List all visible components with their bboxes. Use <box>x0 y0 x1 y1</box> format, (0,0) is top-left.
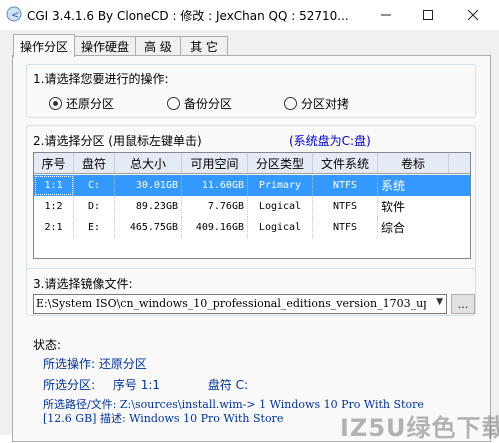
cell-type: Logical <box>248 196 313 217</box>
tab-partition-ops[interactable]: 操作分区 <box>13 34 75 57</box>
radio-restore-label: 还原分区 <box>66 97 115 111</box>
radio-restore-circle <box>49 97 62 110</box>
system-drive-note: (系统盘为C:盘) <box>289 134 371 148</box>
window-title: CGI 3.4.1.6 By CloneCD : 修改 : JexChan QQ… <box>27 9 349 23</box>
radio-backup-label: 备份分区 <box>184 97 233 111</box>
radio-clone-label: 分区对拷 <box>301 97 350 111</box>
image-file-combo[interactable]: E:\System ISO\cn_windows_10_professional… <box>33 294 447 314</box>
status-operation: 所选操作: 还原分区 <box>43 357 147 371</box>
cell-drive: D: <box>74 196 115 217</box>
radio-clone-circle <box>284 97 297 110</box>
col-type[interactable]: 分区类型 <box>248 153 313 173</box>
cell-fs: NTFS <box>313 217 378 238</box>
main-window-body: 操作分区 操作硬盘 高 级 其 它 1.请选择您要进行的操作: 还原分区 备份分… <box>0 30 499 442</box>
tab-other[interactable]: 其 它 <box>180 36 228 56</box>
status-partition-no: 序号 1:1 <box>112 378 161 392</box>
cell-id: 2:1 <box>34 217 74 238</box>
col-drive[interactable]: 盘符 <box>74 153 115 173</box>
cell-label: 软件 <box>381 200 406 214</box>
chevron-down-icon[interactable]: ▼ <box>436 297 443 307</box>
image-file-title: 3.请选择镜像文件: <box>33 277 133 291</box>
status-title: 状态: <box>33 338 62 352</box>
cell-label: 综合 <box>381 221 406 235</box>
cell-id: 1:1 <box>34 175 74 196</box>
cell-fs: NTFS <box>313 175 378 196</box>
radio-backup-circle <box>167 97 180 110</box>
cell-free: 11.60GB <box>182 175 248 196</box>
partition-list[interactable]: 序号 盘符 总大小 可用空间 分区类型 文件系统 卷标 1:1 C: 30.01… <box>33 152 471 259</box>
status-partition: 所选分区: 序号 1:1 盘符 C: <box>43 376 248 393</box>
close-button[interactable] <box>453 0 493 30</box>
col-free[interactable]: 可用空间 <box>182 153 248 173</box>
partition-row[interactable]: 1:2 D: 89.23GB 7.76GB Logical NTFS 软件 <box>34 196 470 217</box>
status-description: [12.6 GB] 描述: Windows 10 Pro With Store <box>43 412 284 425</box>
cell-label: 系统 <box>381 179 406 193</box>
partition-title: 2.请选择分区 (用鼠标左键单击) <box>33 134 202 148</box>
radio-backup[interactable]: 备份分区 <box>167 95 232 112</box>
status-partition-drive: 盘符 C: <box>207 378 249 392</box>
cell-id: 1:2 <box>34 196 74 217</box>
watermark: IZ5U绿色下载 <box>340 414 499 442</box>
maximize-icon <box>423 10 433 20</box>
minimize-button[interactable] <box>366 0 406 30</box>
close-icon <box>467 9 479 21</box>
operation-title: 1.请选择您要进行的操作: <box>33 72 169 86</box>
radio-clone[interactable]: 分区对拷 <box>284 95 349 112</box>
maximize-button[interactable] <box>408 0 448 30</box>
cell-type: Primary <box>248 175 313 196</box>
partition-list-header: 序号 盘符 总大小 可用空间 分区类型 文件系统 卷标 <box>34 153 470 174</box>
app-icon-chevron: < <box>11 10 19 21</box>
browse-button[interactable]: ... <box>451 294 475 314</box>
tab-advanced[interactable]: 高 级 <box>135 36 181 56</box>
cell-size: 465.75GB <box>115 217 182 238</box>
status-partition-prefix: 所选分区: <box>43 378 96 392</box>
cell-type: Logical <box>248 217 313 238</box>
app-icon[interactable]: < <box>6 6 22 22</box>
partition-row[interactable]: 1:1 C: 30.01GB 11.60GB Primary NTFS 系统 <box>34 175 470 196</box>
cell-free: 409.16GB <box>182 217 248 238</box>
minimize-icon <box>381 14 391 16</box>
tab-disk-ops[interactable]: 操作硬盘 <box>74 36 136 56</box>
image-file-path: E:\System ISO\cn_windows_10_professional… <box>36 297 426 310</box>
col-fs[interactable]: 文件系统 <box>313 153 378 173</box>
col-id[interactable]: 序号 <box>34 153 74 173</box>
cell-drive: E: <box>74 217 115 238</box>
col-size[interactable]: 总大小 <box>115 153 182 173</box>
title-bar: < CGI 3.4.1.6 By CloneCD : 修改 : JexChan … <box>0 0 499 30</box>
partition-row[interactable]: 2:1 E: 465.75GB 409.16GB Logical NTFS 综合 <box>34 217 470 238</box>
cell-drive: C: <box>74 175 115 196</box>
cell-free: 7.76GB <box>182 196 248 217</box>
cell-size: 30.01GB <box>115 175 182 196</box>
radio-restore[interactable]: 还原分区 <box>49 95 114 112</box>
cell-size: 89.23GB <box>115 196 182 217</box>
cell-fs: NTFS <box>313 196 378 217</box>
col-label[interactable]: 卷标 <box>378 153 449 173</box>
